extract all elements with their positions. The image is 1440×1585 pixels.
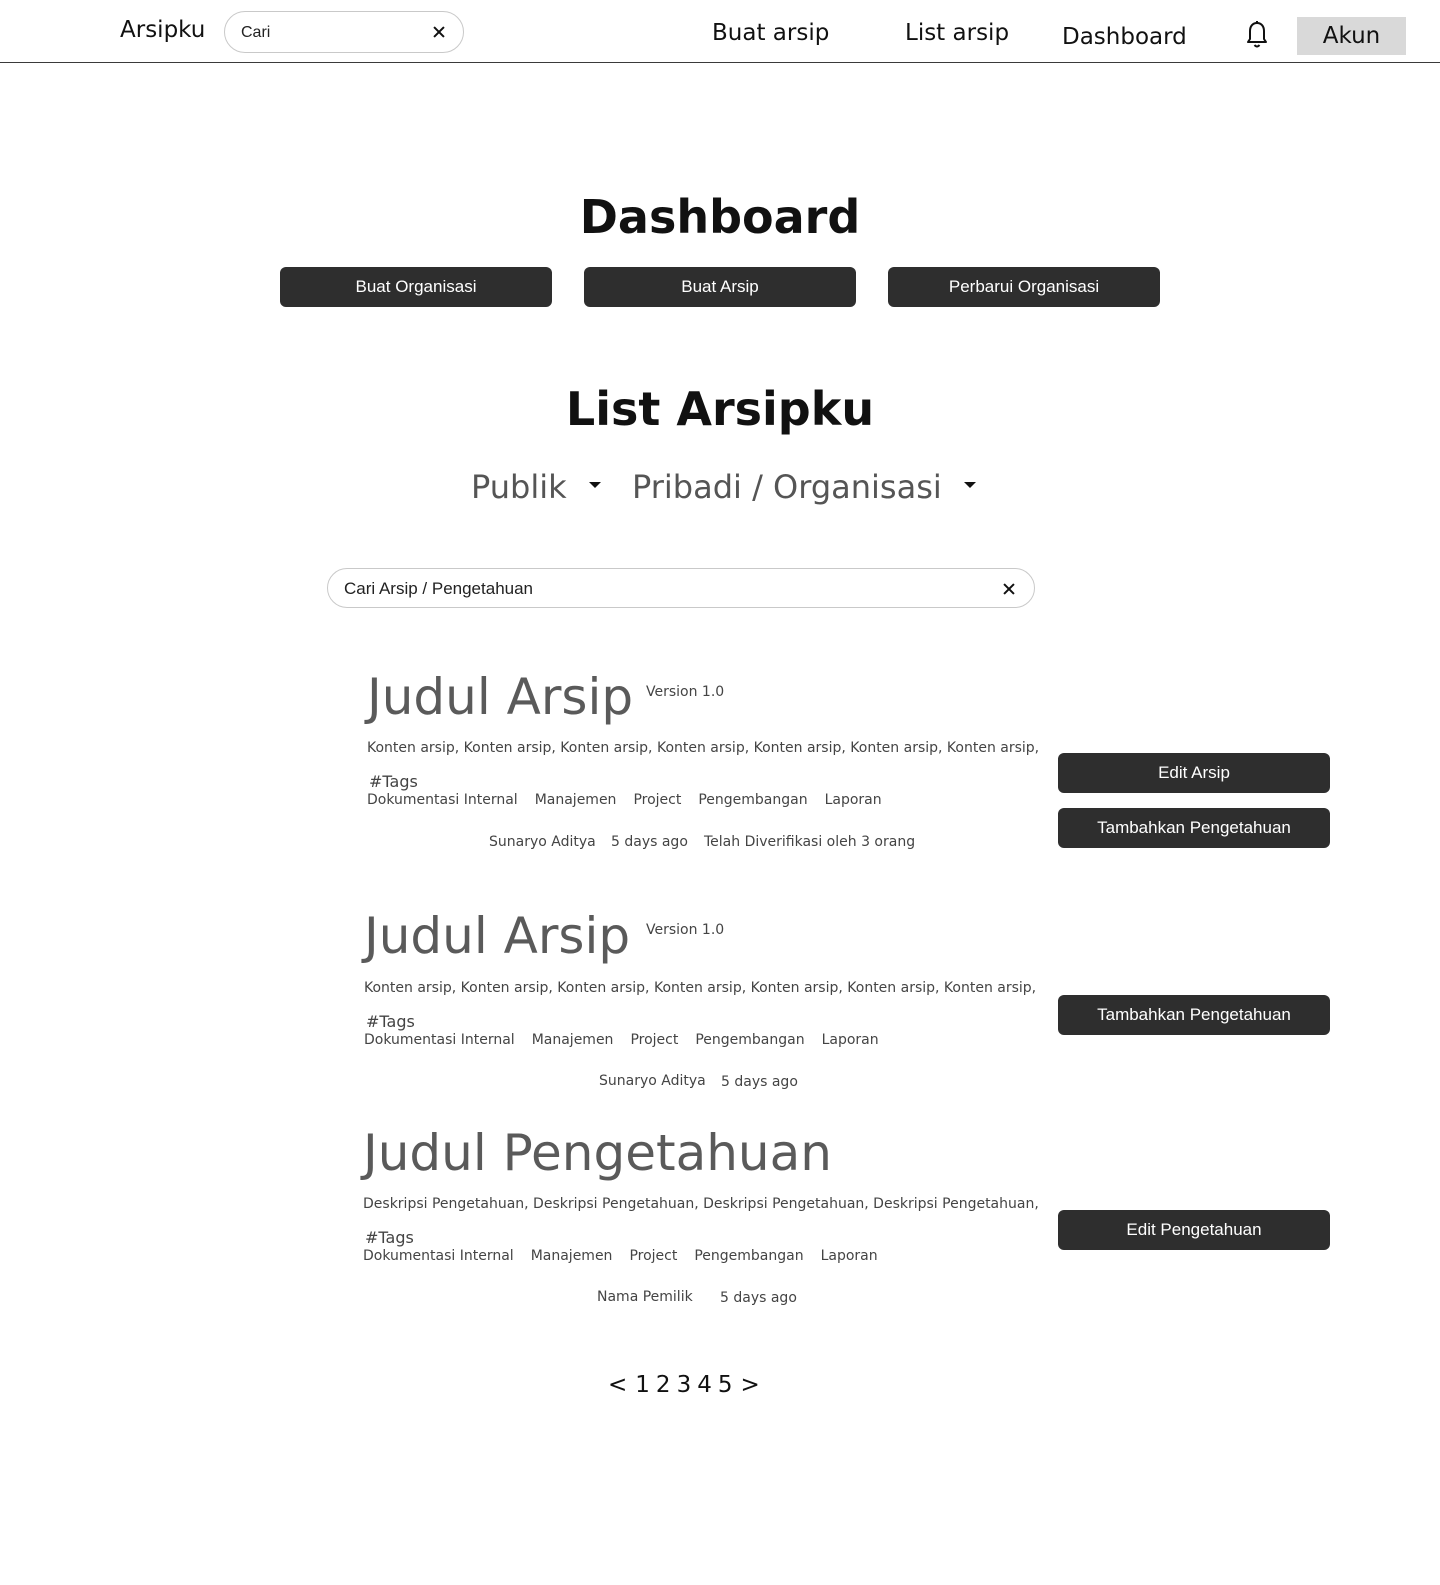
caret-down-icon xyxy=(588,482,601,488)
archive-timestamp: 5 days ago xyxy=(611,834,688,850)
tag-item[interactable]: Project xyxy=(630,1032,678,1048)
pagination-page[interactable]: 4 xyxy=(697,1372,712,1398)
close-icon[interactable] xyxy=(1001,581,1017,597)
archive-version: Version 1.0 xyxy=(646,922,725,938)
brand-logo[interactable]: Arsipku xyxy=(120,17,205,43)
tag-item[interactable]: Project xyxy=(633,792,681,808)
archive-title[interactable]: Judul Arsip xyxy=(367,668,633,726)
top-navbar: Arsipku Buat arsip List arsip Dashboard … xyxy=(0,0,1440,63)
add-knowledge-button[interactable]: Tambahkan Pengetahuan xyxy=(1058,995,1330,1035)
pagination-prev[interactable]: < xyxy=(608,1372,627,1398)
tag-list: Dokumentasi Internal Manajemen Project P… xyxy=(364,1032,879,1048)
tag-item[interactable]: Manajemen xyxy=(535,792,617,808)
tag-item[interactable]: Project xyxy=(629,1248,677,1264)
pagination-page[interactable]: 3 xyxy=(677,1372,692,1398)
tag-item[interactable]: Laporan xyxy=(822,1032,879,1048)
archive-author: Sunaryo Aditya xyxy=(599,1073,706,1089)
archive-timestamp: 5 days ago xyxy=(721,1074,798,1090)
tag-list: Dokumentasi Internal Manajemen Project P… xyxy=(367,792,882,808)
nav-link-dashboard[interactable]: Dashboard xyxy=(1062,24,1187,50)
top-search-box xyxy=(224,11,464,53)
update-organization-button[interactable]: Perbarui Organisasi xyxy=(888,267,1160,307)
top-search-input[interactable] xyxy=(241,22,421,44)
tag-item[interactable]: Dokumentasi Internal xyxy=(367,792,518,808)
tag-item[interactable]: Pengembangan xyxy=(698,792,807,808)
bell-icon[interactable] xyxy=(1245,20,1269,50)
tag-item[interactable]: Manajemen xyxy=(531,1248,613,1264)
nav-link-buat-arsip[interactable]: Buat arsip xyxy=(712,20,829,46)
tags-label: #Tags xyxy=(365,1228,414,1247)
tag-list: Dokumentasi Internal Manajemen Project P… xyxy=(363,1248,878,1264)
tags-label: #Tags xyxy=(366,1012,415,1031)
pagination-pages: 1 2 3 4 5 xyxy=(635,1372,732,1398)
pagination-page[interactable]: 1 xyxy=(635,1372,650,1398)
archive-content: Konten arsip, Konten arsip, Konten arsip… xyxy=(364,980,1037,996)
edit-archive-button[interactable]: Edit Arsip xyxy=(1058,753,1330,793)
create-archive-button[interactable]: Buat Arsip xyxy=(584,267,856,307)
knowledge-description: Deskripsi Pengetahuan, Deskripsi Pengeta… xyxy=(363,1196,1039,1212)
knowledge-title[interactable]: Judul Pengetahuan xyxy=(363,1124,832,1182)
page-title-list: List Arsipku xyxy=(565,382,875,436)
filter-pribadi-dropdown[interactable]: Pribadi / Organisasi xyxy=(632,468,976,506)
archive-search-input[interactable] xyxy=(344,578,944,600)
filter-publik-dropdown[interactable]: Publik xyxy=(471,468,601,506)
knowledge-timestamp: 5 days ago xyxy=(720,1290,797,1306)
pagination: < 1 2 3 4 5 > xyxy=(608,1372,760,1398)
nav-link-list-arsip[interactable]: List arsip xyxy=(905,20,1009,46)
filter-publik-label: Publik xyxy=(471,468,567,506)
tag-item[interactable]: Laporan xyxy=(821,1248,878,1264)
pagination-page[interactable]: 2 xyxy=(656,1372,671,1398)
add-knowledge-button[interactable]: Tambahkan Pengetahuan xyxy=(1058,808,1330,848)
tag-item[interactable]: Pengembangan xyxy=(694,1248,803,1264)
filter-pribadi-label: Pribadi / Organisasi xyxy=(632,468,942,506)
archive-version: Version 1.0 xyxy=(646,684,725,700)
edit-knowledge-button[interactable]: Edit Pengetahuan xyxy=(1058,1210,1330,1250)
tag-item[interactable]: Laporan xyxy=(825,792,882,808)
caret-down-icon xyxy=(963,482,976,488)
verification-status: Telah Diverifikasi oleh 3 orang xyxy=(704,834,916,850)
create-organization-button[interactable]: Buat Organisasi xyxy=(280,267,552,307)
page-title-dashboard: Dashboard xyxy=(579,190,861,244)
tag-item[interactable]: Dokumentasi Internal xyxy=(363,1248,514,1264)
pagination-page[interactable]: 5 xyxy=(718,1372,733,1398)
account-button[interactable]: Akun xyxy=(1297,17,1406,55)
tag-item[interactable]: Pengembangan xyxy=(695,1032,804,1048)
archive-search-box xyxy=(327,568,1035,608)
knowledge-owner: Nama Pemilik xyxy=(597,1289,693,1305)
tags-label: #Tags xyxy=(369,772,418,791)
pagination-next[interactable]: > xyxy=(740,1372,759,1398)
archive-content: Konten arsip, Konten arsip, Konten arsip… xyxy=(367,740,1040,756)
close-icon[interactable] xyxy=(431,24,447,40)
archive-title[interactable]: Judul Arsip xyxy=(364,907,630,965)
archive-author: Sunaryo Aditya xyxy=(489,834,596,850)
tag-item[interactable]: Manajemen xyxy=(532,1032,614,1048)
tag-item[interactable]: Dokumentasi Internal xyxy=(364,1032,515,1048)
